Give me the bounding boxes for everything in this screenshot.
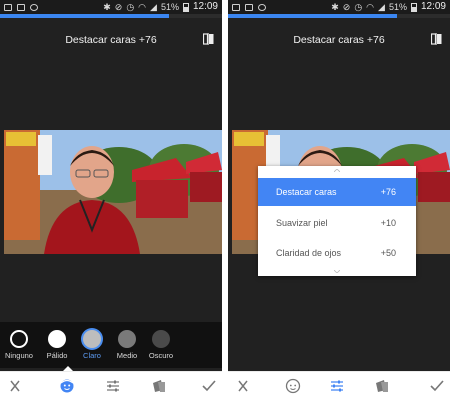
preset-swatch bbox=[118, 330, 136, 348]
adjust-progress-bar bbox=[228, 14, 397, 18]
photos-notification-icon bbox=[258, 3, 266, 11]
mail-notification-icon bbox=[17, 3, 25, 11]
clock: 12:09 bbox=[192, 1, 218, 12]
styles-icon[interactable] bbox=[373, 378, 391, 394]
chevron-up-icon[interactable] bbox=[334, 169, 340, 172]
compare-icon[interactable] bbox=[203, 33, 214, 45]
battery-percent: 51% bbox=[160, 2, 179, 12]
sliders-icon[interactable] bbox=[328, 378, 346, 394]
image-notification-icon bbox=[232, 3, 240, 11]
page-title: Destacar caras +76 bbox=[65, 34, 157, 46]
menu-item-value: +76 bbox=[380, 187, 396, 197]
bluetooth-icon: ✱ bbox=[103, 2, 111, 12]
preset-oscuro[interactable]: Oscuro bbox=[139, 330, 183, 360]
adjust-progress-bar bbox=[0, 14, 169, 18]
preset-swatch bbox=[48, 330, 66, 348]
mute-icon: ⊘ bbox=[342, 2, 351, 12]
alarm-icon: ◷ bbox=[126, 2, 135, 12]
bottom-toolbar bbox=[0, 371, 222, 400]
menu-item-value: +50 bbox=[380, 248, 396, 258]
preset-swatch bbox=[83, 330, 101, 348]
check-icon[interactable] bbox=[200, 378, 218, 394]
preset-swatch bbox=[152, 330, 170, 348]
sliders-icon[interactable] bbox=[104, 378, 122, 394]
editor-screen-adjust-menu: ✱ ⊘ ◷ ◠ ◢ 51% 12:09 Destacar caras +76 D… bbox=[228, 0, 450, 400]
preset-label: Oscuro bbox=[148, 351, 174, 360]
battery-icon bbox=[410, 2, 417, 12]
check-icon[interactable] bbox=[428, 378, 446, 394]
face-icon[interactable] bbox=[284, 378, 302, 394]
status-bar: ✱ ⊘ ◷ ◠ ◢ 51% 12:09 bbox=[0, 0, 222, 14]
menu-item-value: +10 bbox=[380, 218, 396, 228]
adjust-menu: Destacar caras +76 Suavizar piel +10 Cla… bbox=[258, 166, 416, 276]
page-title: Destacar caras +76 bbox=[293, 34, 385, 46]
mail-notification-icon bbox=[245, 3, 253, 11]
battery-icon bbox=[182, 2, 189, 12]
preset-bar: Ninguno Pálido Claro Medio Oscuro bbox=[0, 322, 222, 368]
menu-item-label: Suavizar piel bbox=[276, 218, 328, 228]
preset-swatch bbox=[10, 330, 28, 348]
wifi-icon: ◠ bbox=[138, 2, 147, 12]
signal-icon: ◢ bbox=[378, 2, 385, 12]
mute-icon: ⊘ bbox=[114, 2, 123, 12]
wifi-icon: ◠ bbox=[366, 2, 375, 12]
image-notification-icon bbox=[4, 3, 12, 11]
close-icon[interactable] bbox=[234, 378, 252, 394]
menu-item-destacar-caras[interactable]: Destacar caras +76 bbox=[258, 178, 416, 206]
signal-icon: ◢ bbox=[150, 2, 157, 12]
menu-item-label: Destacar caras bbox=[276, 187, 337, 197]
editor-screen-presets: ✱ ⊘ ◷ ◠ ◢ 51% 12:09 Destacar caras +76 N… bbox=[0, 0, 222, 400]
chevron-down-icon[interactable] bbox=[334, 270, 340, 273]
photos-notification-icon bbox=[30, 3, 38, 11]
close-icon[interactable] bbox=[6, 378, 24, 394]
menu-item-label: Claridad de ojos bbox=[276, 248, 342, 258]
clock: 12:09 bbox=[420, 1, 446, 12]
bottom-toolbar bbox=[228, 371, 450, 400]
battery-percent: 51% bbox=[388, 2, 407, 12]
menu-item-claridad-de-ojos[interactable]: Claridad de ojos +50 bbox=[258, 239, 416, 267]
bluetooth-icon: ✱ bbox=[331, 2, 339, 12]
alarm-icon: ◷ bbox=[354, 2, 363, 12]
styles-icon[interactable] bbox=[150, 378, 168, 394]
face-icon[interactable] bbox=[58, 378, 76, 394]
photo-preview[interactable] bbox=[4, 130, 222, 254]
compare-icon[interactable] bbox=[431, 33, 442, 45]
status-bar: ✱ ⊘ ◷ ◠ ◢ 51% 12:09 bbox=[228, 0, 450, 14]
menu-item-suavizar-piel[interactable]: Suavizar piel +10 bbox=[258, 209, 416, 237]
